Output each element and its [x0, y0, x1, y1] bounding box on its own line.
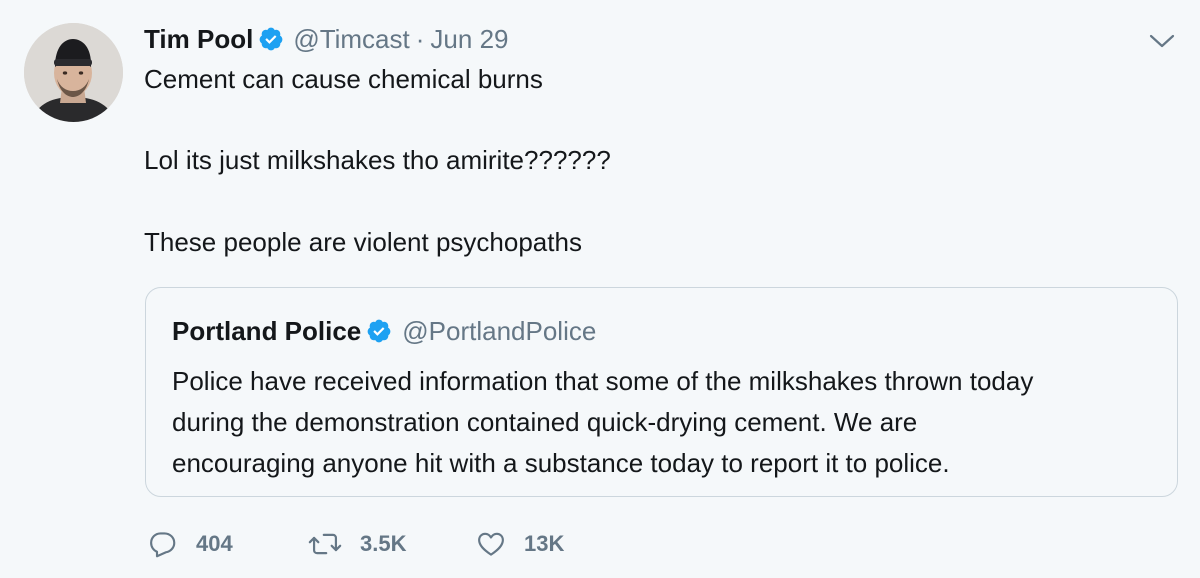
- chevron-down-icon[interactable]: [1148, 31, 1176, 51]
- separator-dot: ·: [415, 23, 425, 54]
- heart-icon: [478, 532, 504, 556]
- tweet-text-line: These people are violent psychopaths: [144, 227, 582, 257]
- retweet-count: 3.5K: [360, 531, 407, 556]
- quoted-tweet-header: Portland Police @PortlandPolice: [172, 315, 596, 347]
- tweet-header: Tim Pool @Timcast · Jun 29: [144, 22, 509, 56]
- tweet-text-line: Cement can cause chemical burns: [144, 64, 543, 94]
- quoted-tweet[interactable]: Portland Police @PortlandPolice Police h…: [145, 287, 1178, 497]
- tweet-card[interactable]: Tim Pool @Timcast · Jun 29 Cement can ca…: [0, 0, 1200, 578]
- like-button[interactable]: 13K: [476, 529, 636, 559]
- verified-badge-icon: [258, 26, 284, 52]
- reply-count: 404: [196, 531, 233, 556]
- like-count: 13K: [524, 531, 565, 556]
- author-name[interactable]: Tim Pool: [144, 24, 253, 55]
- tweet-actions: 404 3.5K 13K: [148, 527, 636, 561]
- reply-button[interactable]: 404: [148, 529, 308, 559]
- author-handle[interactable]: @Timcast: [293, 24, 409, 55]
- retweet-button[interactable]: 3.5K: [308, 529, 476, 559]
- quoted-text-line: encouraging anyone hit with a substance …: [172, 448, 950, 478]
- reply-icon: [150, 532, 176, 558]
- avatar[interactable]: [24, 23, 123, 122]
- quoted-text-line: Police have received information that so…: [172, 366, 1034, 396]
- retweet-icon: [308, 533, 342, 555]
- quoted-author-name: Portland Police: [172, 315, 362, 346]
- quoted-text-line: during the demonstration contained quick…: [172, 407, 918, 437]
- quoted-tweet-text: Police have received information that so…: [172, 361, 1162, 484]
- tweet-date[interactable]: Jun 29: [430, 24, 508, 55]
- quoted-author-handle: @PortlandPolice: [402, 315, 597, 346]
- verified-badge-icon: [366, 318, 392, 344]
- avatar-image: [24, 23, 123, 122]
- tweet-text-line: Lol its just milkshakes tho amirite?????…: [144, 145, 611, 175]
